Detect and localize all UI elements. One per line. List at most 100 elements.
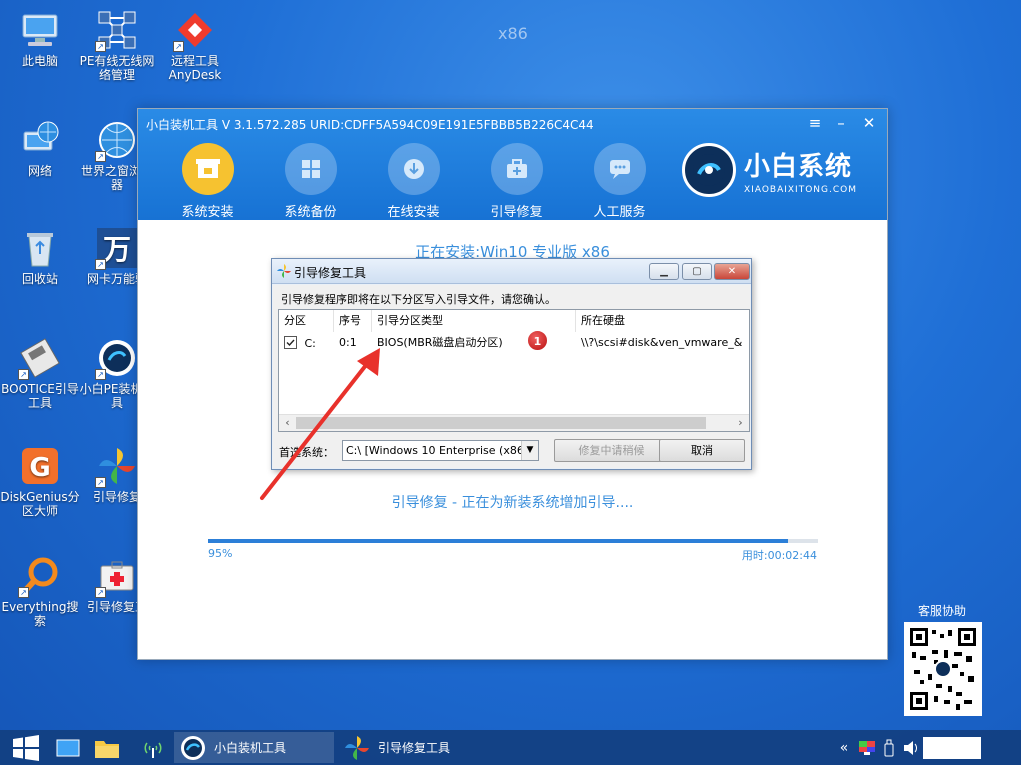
boot-repair-dialog: 引导修复工具 ▁ ▢ ✕ 引导修复程序即将在以下分区写入引导文件，请您确认。 分… [271, 258, 752, 470]
shortcut-arrow-icon: ↗ [18, 587, 29, 598]
desktop-icon-label: 此电脑 [21, 54, 58, 68]
desktop-icon[interactable] [54, 730, 82, 765]
desktop-icon-everything[interactable]: ↗ Everything搜索 [0, 556, 80, 628]
desktop-icon-this-pc[interactable]: 此电脑 [0, 10, 80, 68]
nav-system-backup[interactable]: 系统备份 [259, 143, 362, 220]
dialog-body: 引导修复程序即将在以下分区写入引导文件，请您确认。 分区 序号 引导分区类型 所… [273, 285, 750, 468]
cancel-button[interactable]: 取消 [659, 439, 745, 462]
repair-button[interactable]: 修复中请稍候 [554, 439, 669, 462]
anydesk-icon: ↗ [173, 10, 215, 52]
elapsed-time: 用时:00:02:44 [741, 549, 817, 562]
dialog-close-button[interactable]: ✕ [714, 263, 750, 280]
column-header-boot-type[interactable]: 引导分区类型 [372, 310, 576, 332]
diskgenius-icon: G [20, 446, 60, 486]
column-header-partition[interactable]: 分区 [279, 310, 334, 332]
scroll-left-icon[interactable]: ‹ [279, 415, 296, 432]
close-icon[interactable]: ✕ [859, 114, 879, 132]
desktop-icon-anydesk[interactable]: ↗ 远程工具AnyDesk [155, 10, 235, 82]
nav-boot-repair[interactable]: 引导修复 [465, 143, 568, 220]
speaker-icon[interactable] [899, 740, 923, 756]
tray-expand-icon[interactable]: « [833, 740, 855, 756]
desktop-icon-diskgenius[interactable]: G DiskGenius分区大师 [0, 446, 80, 518]
system-backup-icon [284, 143, 337, 195]
bootice-disk-icon: ↗ [18, 338, 60, 380]
taskbar-task-label: 引导修复工具 [378, 741, 451, 755]
preferred-system-select[interactable]: C:\ [Windows 10 Enterprise (x86 ▼ [342, 440, 539, 461]
desktop-icon-recycle-bin[interactable]: 回收站 [0, 228, 80, 286]
network-topology-icon: ↗ [95, 10, 137, 52]
wifi-antenna-icon[interactable] [138, 730, 168, 765]
column-header-disk[interactable]: 所在硬盘 [576, 310, 751, 332]
brand-name: 小白系统 [744, 151, 853, 182]
install-status: 引导修复 - 正在为新装系统增加引导.... [391, 495, 634, 511]
xiaobai-logo-icon: ↗ [95, 338, 137, 380]
scroll-right-icon[interactable]: › [732, 415, 749, 432]
qr-label: 客服协助 [918, 604, 967, 618]
shortcut-arrow-icon: ↗ [95, 41, 106, 52]
app-header: 小白装机工具 V 3.1.572.285 URID:CDFF5A594C09E1… [138, 109, 887, 220]
brand-domain: XIAOBAIXITONG.COM [744, 184, 857, 195]
usb-drive-icon[interactable] [879, 739, 899, 757]
desktop-icon-label: DiskGenius分区大师 [0, 490, 80, 518]
taskbar-task-label: 小白装机工具 [214, 741, 287, 755]
desktop-icon-label: 远程工具AnyDesk [168, 54, 222, 82]
shortcut-arrow-icon: ↗ [18, 369, 29, 380]
scrollbar-thumb[interactable] [296, 417, 706, 429]
recycle-bin-icon [20, 228, 60, 268]
desktop-icon-pe-network[interactable]: ↗ PE有线无线网络管理 [77, 10, 157, 82]
dialog-minimize-button[interactable]: ▁ [649, 263, 679, 280]
desktop-icon-label: PE有线无线网络管理 [79, 54, 155, 82]
os-arch-watermark: x86 [498, 24, 528, 43]
shortcut-arrow-icon: ↗ [95, 587, 106, 598]
annotation-step-badge: 1 [527, 330, 548, 351]
start-button[interactable] [8, 730, 44, 765]
taskbar: 小白装机工具 引导修复工具 « [0, 730, 1021, 765]
chat-service-icon [593, 143, 646, 195]
desktop-icon-network[interactable]: 网络 [0, 120, 80, 178]
progress-fill [208, 539, 788, 543]
row-checkbox[interactable]: C: [284, 336, 316, 351]
clock-area[interactable] [923, 736, 981, 759]
nav-label: 系统安装 [181, 205, 234, 220]
progress-percent: 95% [208, 547, 233, 560]
dialog-maximize-button[interactable]: ▢ [682, 263, 712, 280]
xiaobai-logo-icon [682, 143, 736, 197]
online-install-icon [387, 143, 440, 195]
nav-manual-service[interactable]: 人工服务 [568, 143, 671, 220]
cell-disk: \\?\scsi#disk&ven_vmware_& [581, 336, 743, 349]
wanneng-driver-icon: 万 ↗ [95, 228, 137, 270]
nav-online-install[interactable]: 在线安装 [362, 143, 465, 220]
xiaobai-logo-icon [181, 735, 205, 760]
horizontal-scrollbar[interactable]: ‹ › [279, 414, 749, 431]
nav-label: 系统备份 [284, 205, 337, 220]
first-aid-kit-icon: ↗ [95, 556, 137, 598]
windows-start-icon [13, 734, 39, 761]
system-install-icon [181, 143, 234, 195]
shortcut-arrow-icon: ↗ [95, 477, 106, 488]
support-qr-code[interactable] [904, 622, 982, 716]
nav-system-install[interactable]: 系统安装 [156, 143, 259, 220]
svg-text:万: 万 [103, 233, 131, 266]
network-globe-icon [20, 120, 60, 160]
file-explorer-icon[interactable] [92, 730, 122, 765]
progress-bar [208, 539, 818, 543]
column-header-index[interactable]: 序号 [334, 310, 372, 332]
taskbar-task-installer[interactable]: 小白装机工具 [174, 732, 334, 763]
partition-list[interactable]: 分区 序号 引导分区类型 所在硬盘 C: 0:1 BIOS(MBR磁盘启动分区)… [278, 309, 750, 432]
dialog-message: 引导修复程序即将在以下分区写入引导文件，请您确认。 [281, 293, 556, 306]
shortcut-arrow-icon: ↗ [95, 259, 106, 270]
pinwheel-icon [277, 264, 291, 278]
boot-repair-icon [490, 143, 543, 195]
menu-icon[interactable]: ≡ [805, 114, 825, 132]
window-title: 小白装机工具 V 3.1.572.285 URID:CDFF5A594C09E1… [146, 118, 594, 132]
nav-label: 人工服务 [593, 205, 646, 220]
desktop-icon-label: Everything搜索 [1, 600, 79, 628]
pinwheel-icon [345, 735, 369, 760]
chevron-down-icon[interactable]: ▼ [521, 441, 538, 460]
shortcut-arrow-icon: ↗ [95, 369, 106, 380]
minimize-icon[interactable]: – [831, 114, 851, 132]
taskbar-task-boot-repair[interactable]: 引导修复工具 [338, 732, 498, 763]
cell-partition: C: [304, 337, 316, 350]
desktop-icon-bootice[interactable]: ↗ BOOTICE引导工具 [0, 338, 80, 410]
monitor-tray-icon[interactable] [855, 740, 879, 756]
